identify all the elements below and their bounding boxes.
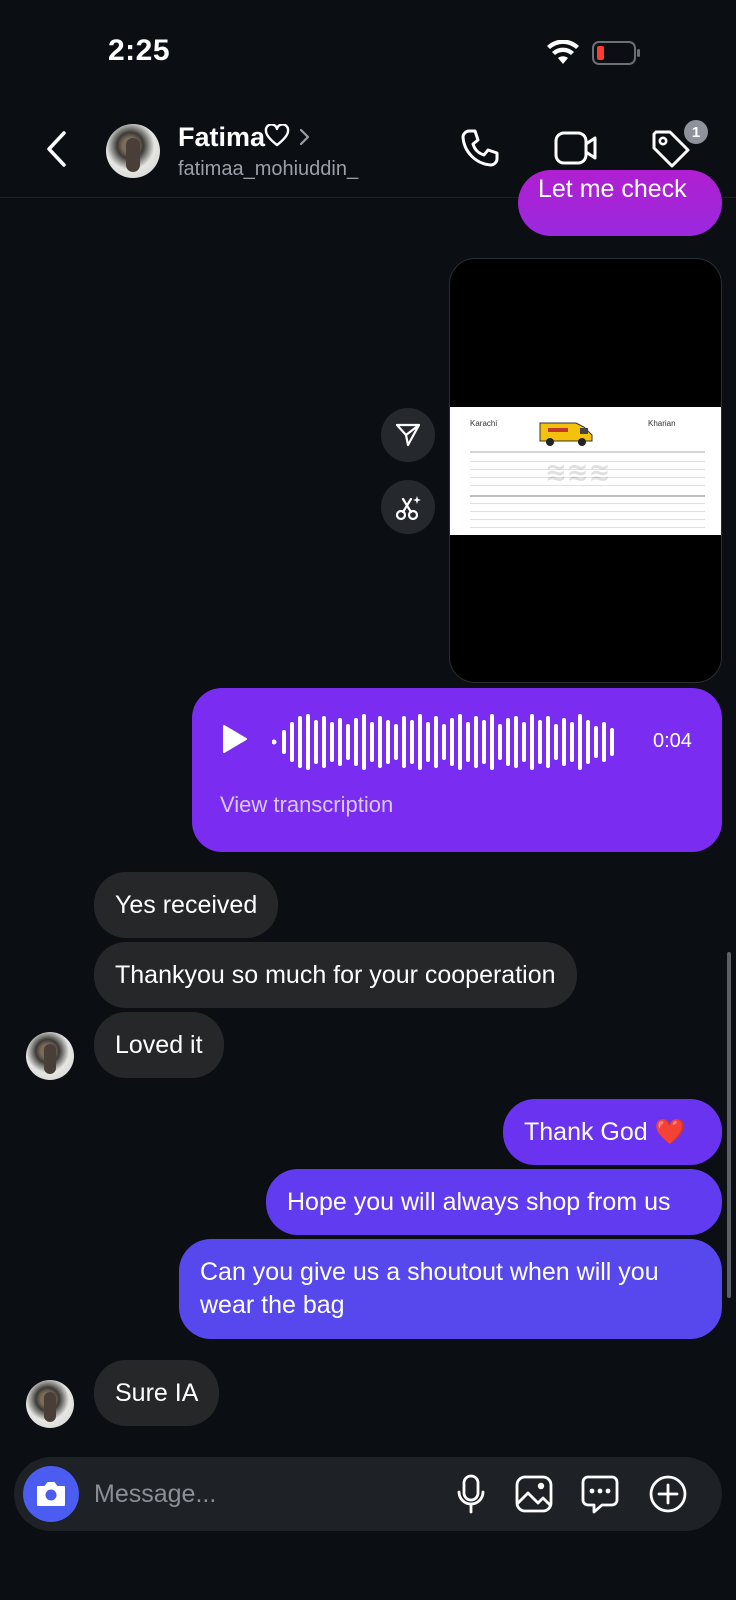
share-icon [395, 423, 421, 447]
wifi-icon [547, 40, 579, 64]
camera-button[interactable] [23, 1466, 79, 1522]
audio-waveform[interactable] [272, 706, 632, 778]
contact-avatar-small[interactable] [26, 1032, 74, 1080]
message-sent[interactable]: Thank God ❤️ [503, 1099, 722, 1165]
delivery-van-icon [539, 422, 593, 446]
scissors-sparkle-icon [395, 496, 421, 521]
message-text: Yes received [115, 890, 258, 919]
message-text: Hope you will always shop from us [287, 1187, 671, 1216]
message-received[interactable]: Sure IA [94, 1360, 220, 1426]
message-text: Thank God ❤️ [524, 1117, 686, 1146]
contact-name[interactable]: Fatima [178, 122, 265, 153]
camera-icon [37, 1482, 65, 1506]
heart-icon [264, 124, 290, 147]
plus-circle-icon[interactable] [648, 1474, 688, 1514]
message-text-line-2: wear the bag [200, 1291, 345, 1319]
chevron-right-icon[interactable] [299, 128, 311, 146]
play-icon[interactable] [222, 724, 248, 754]
message-text: Sure IA [115, 1378, 199, 1407]
tracking-document-image: Karachi Kharian ≋≋≋ [450, 407, 721, 535]
contact-handle: fatimaa_mohiuddin_ [178, 158, 359, 180]
message-received[interactable]: Loved it [94, 1012, 224, 1078]
message-received[interactable]: Yes received [94, 872, 279, 938]
view-transcription-link[interactable]: View transcription [220, 792, 393, 818]
message-composer [14, 1457, 722, 1531]
share-button[interactable] [381, 408, 435, 462]
message-received[interactable]: Thankyou so much for your cooperation [94, 942, 577, 1008]
sticker-chat-icon[interactable] [580, 1474, 620, 1514]
message-text: Thankyou so much for your cooperation [115, 960, 556, 989]
phone-icon[interactable] [460, 128, 500, 168]
doc-destination-city: Kharian [648, 419, 676, 428]
message-text: Loved it [115, 1030, 203, 1059]
scrollbar[interactable] [727, 952, 731, 1298]
contact-avatar-small[interactable] [26, 1380, 74, 1428]
status-time: 2:25 [108, 34, 171, 67]
doc-origin-city: Karachi [470, 419, 498, 428]
message-text: Let me check [538, 175, 687, 203]
voice-message[interactable]: 0:04 View transcription [192, 688, 722, 852]
cutout-button[interactable] [381, 480, 435, 534]
message-text-line-1: Can you give us a shoutout when will you [200, 1258, 659, 1286]
back-icon[interactable] [44, 130, 70, 168]
message-sent[interactable]: Hope you will always shop from us [266, 1169, 722, 1235]
contact-avatar[interactable] [106, 124, 160, 178]
shared-image[interactable]: Karachi Kharian ≋≋≋ [449, 258, 722, 683]
battery-icon [592, 41, 640, 65]
microphone-icon[interactable] [455, 1474, 487, 1514]
image-icon[interactable] [514, 1474, 554, 1514]
voice-duration: 0:04 [653, 730, 692, 752]
tag-badge: 1 [684, 120, 708, 144]
message-sent[interactable]: Can you give us a shoutout when will you… [179, 1239, 722, 1339]
video-icon[interactable] [554, 130, 598, 166]
message-input[interactable] [94, 1475, 424, 1513]
message-sent-cutoff[interactable]: Let me check [518, 170, 722, 236]
